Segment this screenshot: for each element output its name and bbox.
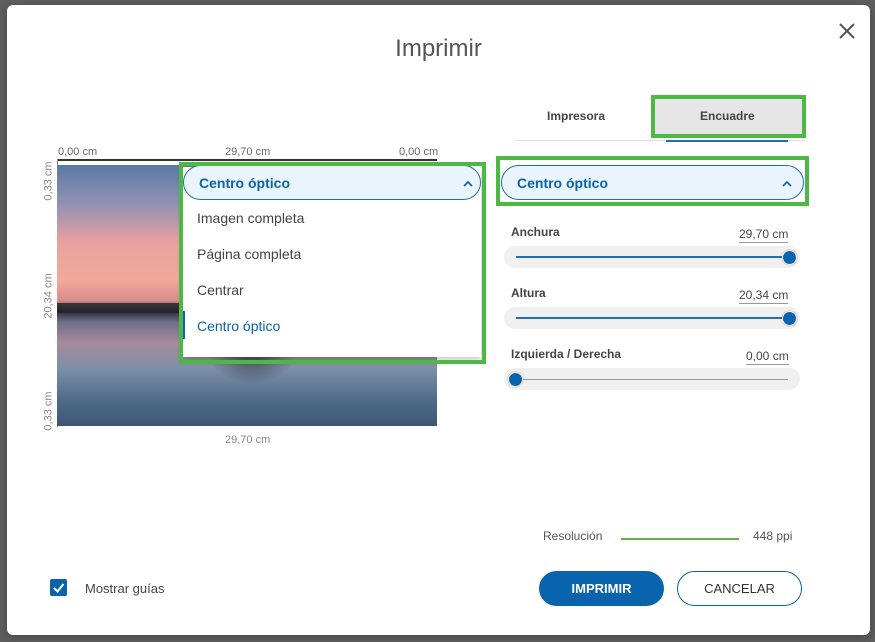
mode-dropdown-value: Centro óptico — [517, 175, 608, 191]
ruler-top-right: 0,00 cm — [399, 146, 439, 158]
crop-option-full-image[interactable]: Imagen completa — [197, 210, 304, 226]
width-slider[interactable] — [504, 246, 800, 268]
height-slider[interactable] — [504, 307, 800, 329]
width-slider-fill — [516, 256, 788, 258]
ruler-left-top: 0,33 cm — [42, 161, 55, 201]
tab-framing[interactable]: Encuadre — [700, 109, 755, 123]
width-slider-handle[interactable] — [782, 250, 797, 265]
cancel-button[interactable]: CANCELAR — [677, 571, 802, 606]
ruler-top-center: 29,70 cm — [225, 146, 271, 158]
ruler-bottom-center: 29,70 cm — [225, 434, 271, 446]
height-value[interactable]: 20,34 cm — [739, 288, 789, 304]
show-guides-label: Mostrar guías — [85, 581, 165, 596]
chevron-up-icon — [782, 180, 792, 187]
dialog-title: Imprimir — [395, 35, 482, 62]
crop-option-optical-center[interactable]: Centro óptico — [197, 318, 280, 334]
height-label: Altura — [511, 286, 546, 300]
ruler-left-bottom: 0,33 cm — [42, 391, 55, 431]
crop-option-full-page[interactable]: Página completa — [197, 246, 301, 262]
selected-indicator — [183, 311, 185, 339]
left-right-label: Izquierda / Derecha — [511, 347, 622, 361]
left-right-slider[interactable] — [504, 368, 800, 390]
ruler-top-line — [57, 159, 437, 161]
tab-active-underline — [666, 140, 788, 142]
crop-dropdown-value: Centro óptico — [199, 175, 290, 191]
tab-printer[interactable]: Impresora — [547, 109, 605, 123]
show-guides-checkbox[interactable] — [50, 579, 67, 596]
crop-option-center[interactable]: Centrar — [197, 282, 244, 298]
print-dialog: Imprimir 0,00 cm 29,70 cm 0,00 cm 0,33 c… — [7, 5, 870, 635]
left-right-slider-handle[interactable] — [508, 372, 523, 387]
ruler-top-left: 0,00 cm — [58, 146, 98, 158]
left-right-slider-track — [516, 379, 788, 380]
close-icon[interactable] — [835, 19, 859, 43]
crop-dropdown[interactable]: Centro óptico — [183, 165, 481, 200]
width-value[interactable]: 29,70 cm — [739, 227, 789, 243]
height-slider-fill — [516, 317, 788, 319]
ruler-left-middle: 20,34 cm — [42, 273, 55, 319]
checkmark-icon — [53, 583, 65, 593]
chevron-up-icon — [463, 180, 473, 187]
mode-dropdown[interactable]: Centro óptico — [501, 165, 804, 200]
resolution-label: Resolución — [543, 529, 603, 543]
width-label: Anchura — [511, 225, 560, 239]
height-slider-handle[interactable] — [782, 311, 797, 326]
print-button[interactable]: IMPRIMIR — [539, 571, 664, 606]
resolution-value: 448 ppi — [753, 529, 793, 543]
resolution-bar — [621, 538, 739, 540]
left-right-value[interactable]: 0,00 cm — [746, 349, 789, 365]
